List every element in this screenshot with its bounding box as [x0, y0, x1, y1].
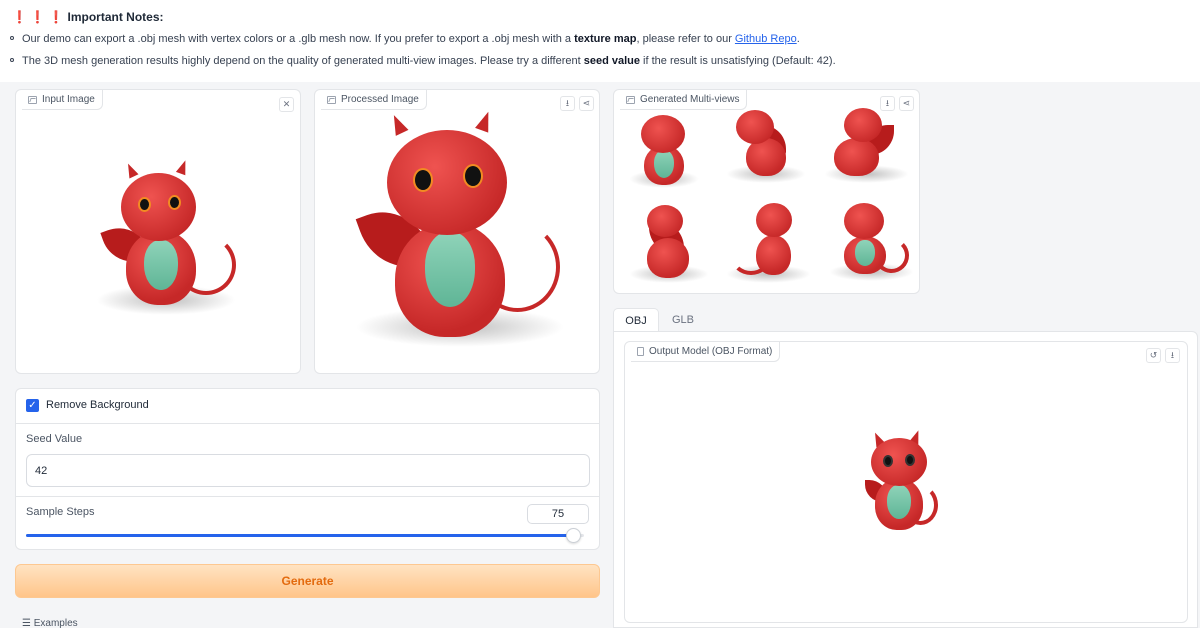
input-image-label: Input Image	[22, 90, 103, 110]
input-image-panel[interactable]: Input Image ✕	[15, 89, 301, 374]
multiview-6	[829, 198, 914, 283]
remove-background-checkbox[interactable]: ✓	[26, 399, 39, 412]
sample-steps-number-input[interactable]: 75	[527, 504, 589, 524]
image-icon	[28, 95, 37, 104]
file-icon	[637, 347, 644, 356]
sample-steps-label: Sample Steps	[26, 506, 95, 518]
seed-value-label: Seed Value	[26, 433, 83, 445]
multiview-2	[726, 100, 806, 185]
output-model-label: Output Model (OBJ Format)	[631, 342, 781, 362]
obj-tab-panel: Output Model (OBJ Format) ↺ ⭳	[613, 331, 1198, 628]
github-repo-link[interactable]: Github Repo	[735, 33, 797, 45]
output-tabs: OBJ GLB	[613, 308, 1198, 332]
sample-steps-slider[interactable]	[26, 528, 584, 543]
examples-accordion[interactable]: ☰ Examples	[22, 618, 78, 628]
multiview-4	[629, 200, 709, 285]
slider-thumb[interactable]	[565, 528, 581, 543]
close-icon[interactable]: ✕	[279, 97, 294, 112]
share-icon[interactable]: ⋖	[579, 96, 594, 111]
multiviews-panel: Generated Multi-views ⭳ ⋖	[613, 89, 920, 294]
processed-dragon-image	[355, 109, 565, 362]
download-icon[interactable]: ⭳	[1165, 348, 1180, 363]
image-icon	[327, 95, 336, 104]
tab-glb[interactable]: GLB	[663, 308, 703, 332]
controls-panel: ✓ Remove Background Seed Value 42 Sample…	[15, 388, 600, 550]
menu-icon: ☰	[22, 618, 31, 628]
remove-background-label[interactable]: Remove Background	[46, 399, 149, 411]
multiview-3	[824, 100, 909, 185]
important-notes: ❗ ❗ ❗ Important Notes: Our demo can expor…	[0, 0, 1200, 82]
output-3d-model	[863, 428, 943, 540]
input-dragon-image	[96, 155, 246, 325]
warning-icon: ❗ ❗ ❗	[12, 10, 64, 24]
download-icon[interactable]: ⭳	[560, 96, 575, 111]
output-model-panel[interactable]: Output Model (OBJ Format) ↺ ⭳	[624, 341, 1188, 623]
note-export: Our demo can export a .obj mesh with ver…	[8, 33, 800, 45]
multiview-1	[629, 110, 699, 190]
note-seed: The 3D mesh generation results highly de…	[8, 55, 836, 67]
processed-image-panel: Processed Image ⭳ ⋖	[314, 89, 600, 374]
seed-value-input[interactable]: 42	[26, 454, 590, 487]
processed-image-label: Processed Image	[321, 90, 427, 110]
tab-obj[interactable]: OBJ	[613, 308, 659, 332]
image-icon	[626, 95, 635, 104]
notes-title: ❗ ❗ ❗ Important Notes:	[12, 10, 164, 24]
slider-fill	[26, 534, 573, 537]
reset-icon[interactable]: ↺	[1146, 348, 1161, 363]
generate-button[interactable]: Generate	[15, 564, 600, 598]
multiview-5	[726, 195, 811, 285]
